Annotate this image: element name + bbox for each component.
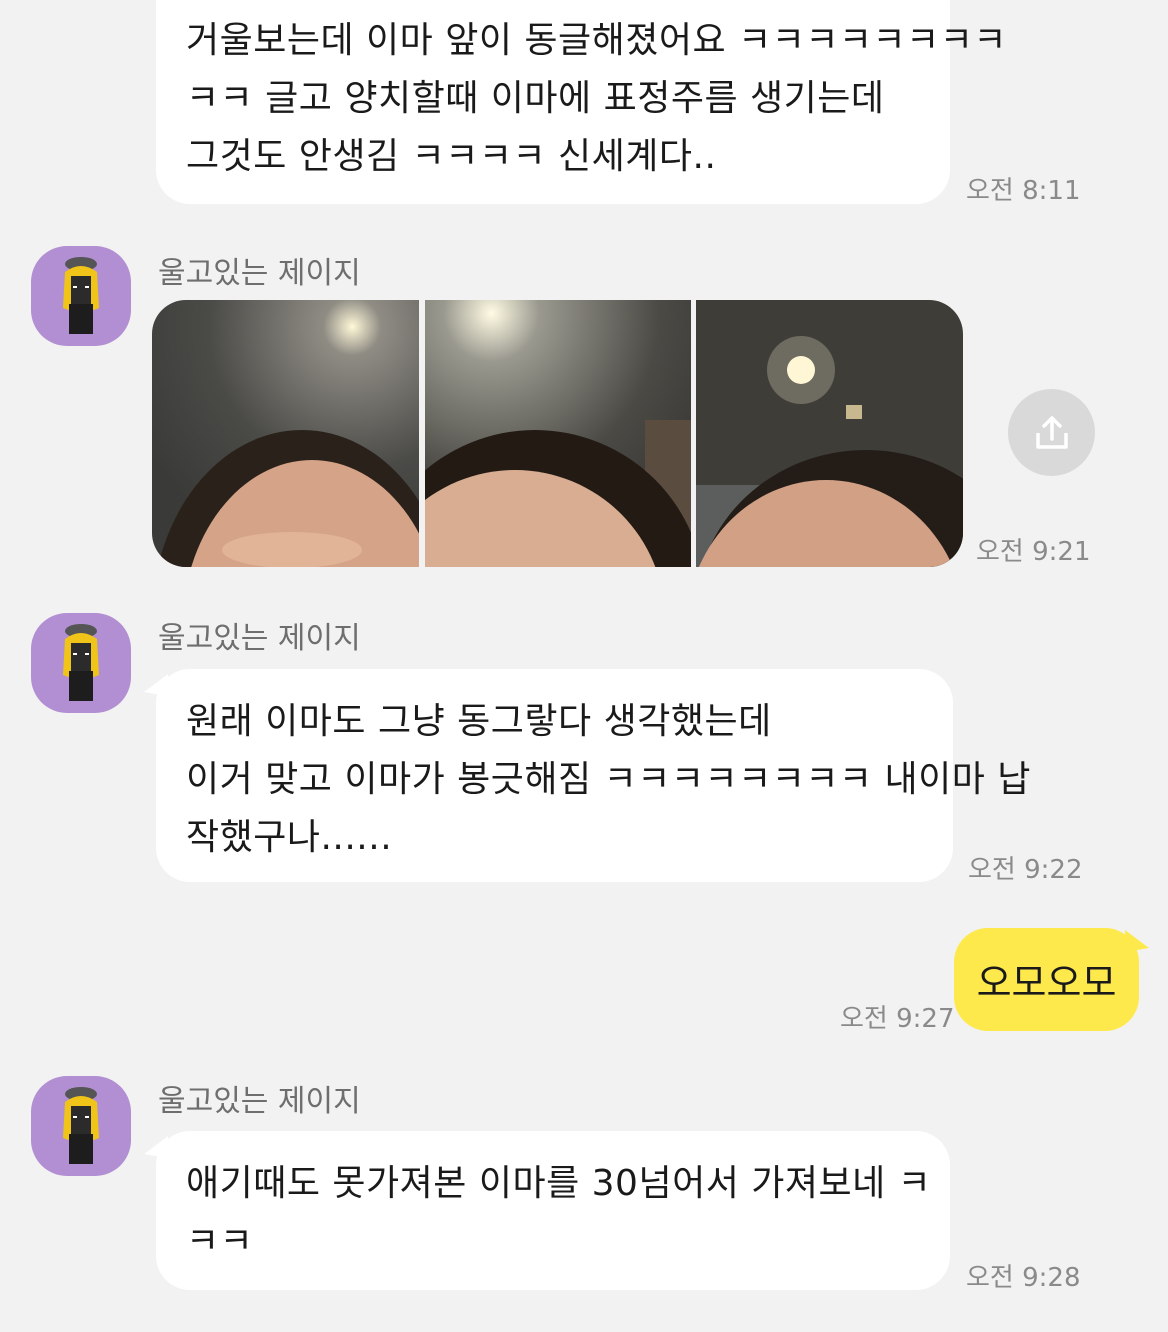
sender-name: 울고있는 제이지 xyxy=(158,1084,361,1119)
sender-name: 울고있는 제이지 xyxy=(158,621,361,656)
message-line: 애기때도 못가져본 이마를 30넘어서 가져보네 ㅋ xyxy=(186,1163,932,1204)
message-line: 그것도 안생김 ㅋㅋㅋㅋ 신세계다.. xyxy=(186,136,717,177)
message-bubble-1[interactable]: 거울보는데 이마 앞이 동글해졌어요 ㅋㅋㅋㅋㅋㅋㅋㅋ ㅋㅋ 글고 양치할때 이… xyxy=(156,0,1008,204)
message-time: 오전 8:11 xyxy=(966,176,1081,206)
message-line: ㅋㅋ xyxy=(186,1221,254,1262)
message-bubble-3[interactable]: 원래 이마도 그냥 동그랗다 생각했는데 이거 맞고 이마가 봉긋해짐 ㅋㅋㅋㅋ… xyxy=(156,669,1031,882)
kakao-jay-g-avatar-icon xyxy=(63,624,99,701)
avatar[interactable] xyxy=(31,246,131,346)
photo-thumbnail-1[interactable] xyxy=(152,300,419,567)
message-line: 이거 맞고 이마가 봉긋해짐 ㅋㅋㅋㅋㅋㅋㅋㅋ 내이마 납 xyxy=(186,759,1031,800)
avatar[interactable] xyxy=(31,613,131,713)
message-line: 거울보는데 이마 앞이 동글해졌어요 ㅋㅋㅋㅋㅋㅋㅋㅋ xyxy=(186,20,1008,61)
message-line: ㅋㅋ 글고 양치할때 이마에 표정주름 생기는데 xyxy=(186,78,885,119)
bubble-tail xyxy=(1125,930,1149,952)
kakao-jay-g-avatar-icon xyxy=(63,257,99,334)
message-bubble-4[interactable]: 오모오모 xyxy=(954,928,1139,1031)
message-time: 오전 9:22 xyxy=(968,855,1083,885)
message-line: 원래 이마도 그냥 동그랗다 생각했는데 xyxy=(186,701,772,742)
message-time: 오전 9:28 xyxy=(966,1263,1081,1293)
share-button[interactable] xyxy=(1008,389,1095,476)
message-line: 작했구나...... xyxy=(186,817,393,858)
share-icon xyxy=(1035,415,1068,449)
message-time: 오전 9:21 xyxy=(976,537,1091,567)
avatar[interactable] xyxy=(31,1076,131,1176)
sender-name: 울고있는 제이지 xyxy=(158,256,361,291)
message-text: 오모오모 xyxy=(976,961,1117,1005)
message-bubble-5[interactable]: 애기때도 못가져본 이마를 30넘어서 가져보네 ㅋ ㅋㅋ xyxy=(156,1131,950,1290)
kakao-jay-g-avatar-icon xyxy=(63,1087,99,1164)
message-time: 오전 9:27 xyxy=(840,1004,955,1034)
photo-thumbnail-3[interactable] xyxy=(696,300,963,567)
photo-thumbnail-2[interactable] xyxy=(425,300,691,567)
